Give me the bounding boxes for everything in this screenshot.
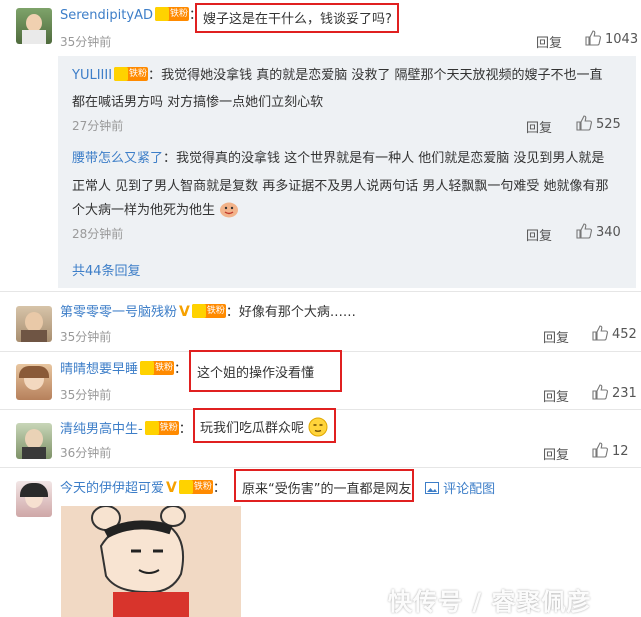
like-button[interactable]: 340 xyxy=(576,223,621,240)
like-button[interactable]: 525 xyxy=(576,115,621,132)
like-count: 452 xyxy=(612,327,637,342)
reply-username[interactable]: 腰带怎么又紧了 xyxy=(72,151,163,166)
fan-badge[interactable]: 铁粉 xyxy=(154,7,189,21)
reply-button[interactable]: 回复 xyxy=(543,327,569,346)
avatar[interactable] xyxy=(16,481,52,517)
reply-time: 27分钟前 xyxy=(72,119,124,133)
comment-image[interactable] xyxy=(61,506,241,617)
comment-text: 嫂子这是在干什么，钱谈妥了吗? xyxy=(203,12,392,27)
fan-badge[interactable]: 铁粉 xyxy=(191,304,226,318)
comment-text: 玩我们吃瓜群众呢 xyxy=(200,421,305,436)
comment-username[interactable]: 清纯男高中生- xyxy=(60,422,143,437)
thumbs-up-icon xyxy=(576,223,592,239)
fan-badge[interactable]: 铁粉 xyxy=(178,480,213,494)
comment-username[interactable]: 晴晴想要早睡 xyxy=(60,362,138,377)
thumbs-up-icon xyxy=(585,30,601,46)
divider xyxy=(0,467,641,468)
avatar[interactable] xyxy=(16,423,52,459)
like-button[interactable]: 452 xyxy=(592,325,637,342)
reply-text: 正常人 见到了男人智商就是复数 再多证据不及男人说两句话 男人轻飘飘一句难受 她… xyxy=(72,179,609,194)
verified-icon: V xyxy=(166,480,177,496)
fan-badge[interactable]: 铁粉 xyxy=(114,67,149,81)
reply-text: 都在喊话男方吗 对方搞惨一点她们立刻心软 xyxy=(72,95,324,110)
reply-text: 个大病一样为他死为他生 xyxy=(72,203,216,218)
comment-time: 35分钟前 xyxy=(60,330,112,344)
like-button[interactable]: 12 xyxy=(592,442,629,459)
thumbs-up-icon xyxy=(592,442,608,458)
image-attachment-link[interactable]: 评论配图 xyxy=(425,478,495,497)
reply-text: 我觉得她没拿钱 真的就是恋爱脑 没救了 隔壁那个天天放视频的嫂子不也一直 xyxy=(161,68,603,83)
reply-button[interactable]: 回复 xyxy=(526,225,552,244)
image-icon xyxy=(425,482,439,494)
comment-time: 35分钟前 xyxy=(60,388,112,402)
thumbs-up-icon xyxy=(592,384,608,400)
reply-username[interactable]: YULIIII xyxy=(72,68,112,83)
emoji-icon xyxy=(220,202,239,218)
cartoon-image xyxy=(61,506,241,617)
verified-icon: V xyxy=(179,304,190,320)
comment-time: 35分钟前 xyxy=(60,35,112,49)
like-count: 231 xyxy=(612,386,637,401)
reply-button[interactable]: 回复 xyxy=(526,117,552,136)
reply-button[interactable]: 回复 xyxy=(536,32,562,51)
comment-time: 36分钟前 xyxy=(60,446,112,460)
view-all-replies-link[interactable]: 共44条回复 xyxy=(72,260,141,279)
like-count: 1043 xyxy=(605,32,639,47)
avatar[interactable] xyxy=(16,306,52,342)
thumbs-up-icon xyxy=(592,325,608,341)
reply-button[interactable]: 回复 xyxy=(543,444,569,463)
thumbs-up-icon xyxy=(576,115,592,131)
like-button[interactable]: 231 xyxy=(592,384,637,401)
like-count: 525 xyxy=(596,117,621,132)
like-button[interactable]: 1043 xyxy=(585,30,638,47)
comment-username[interactable]: 今天的伊伊超可爱 xyxy=(60,481,164,496)
comment-text: 好像有那个大病…… xyxy=(238,305,356,320)
avatar[interactable] xyxy=(16,364,52,400)
emoji-icon xyxy=(308,417,328,437)
fan-badge[interactable]: 铁粉 xyxy=(144,421,179,435)
comment-username[interactable]: 第零零零一号脑残粉 xyxy=(60,305,177,320)
comment-text: 这个姐的操作没看懂 xyxy=(197,366,315,381)
comment-text: 原来“受伤害”的一直都是网友 xyxy=(242,482,412,497)
comment-username[interactable]: SerendipityAD xyxy=(60,8,153,23)
reply-text: 我觉得真的没拿钱 这个世界就是有一种人 他们就是恋爱脑 没见到男人就是 xyxy=(176,151,605,166)
reply-button[interactable]: 回复 xyxy=(543,386,569,405)
divider xyxy=(0,291,641,292)
reply-time: 28分钟前 xyxy=(72,227,124,241)
watermark: 快传号 / 睿聚佩彦 xyxy=(388,588,592,616)
fan-badge[interactable]: 铁粉 xyxy=(140,361,175,375)
like-count: 340 xyxy=(596,225,621,240)
like-count: 12 xyxy=(612,444,629,459)
avatar[interactable] xyxy=(16,8,52,44)
